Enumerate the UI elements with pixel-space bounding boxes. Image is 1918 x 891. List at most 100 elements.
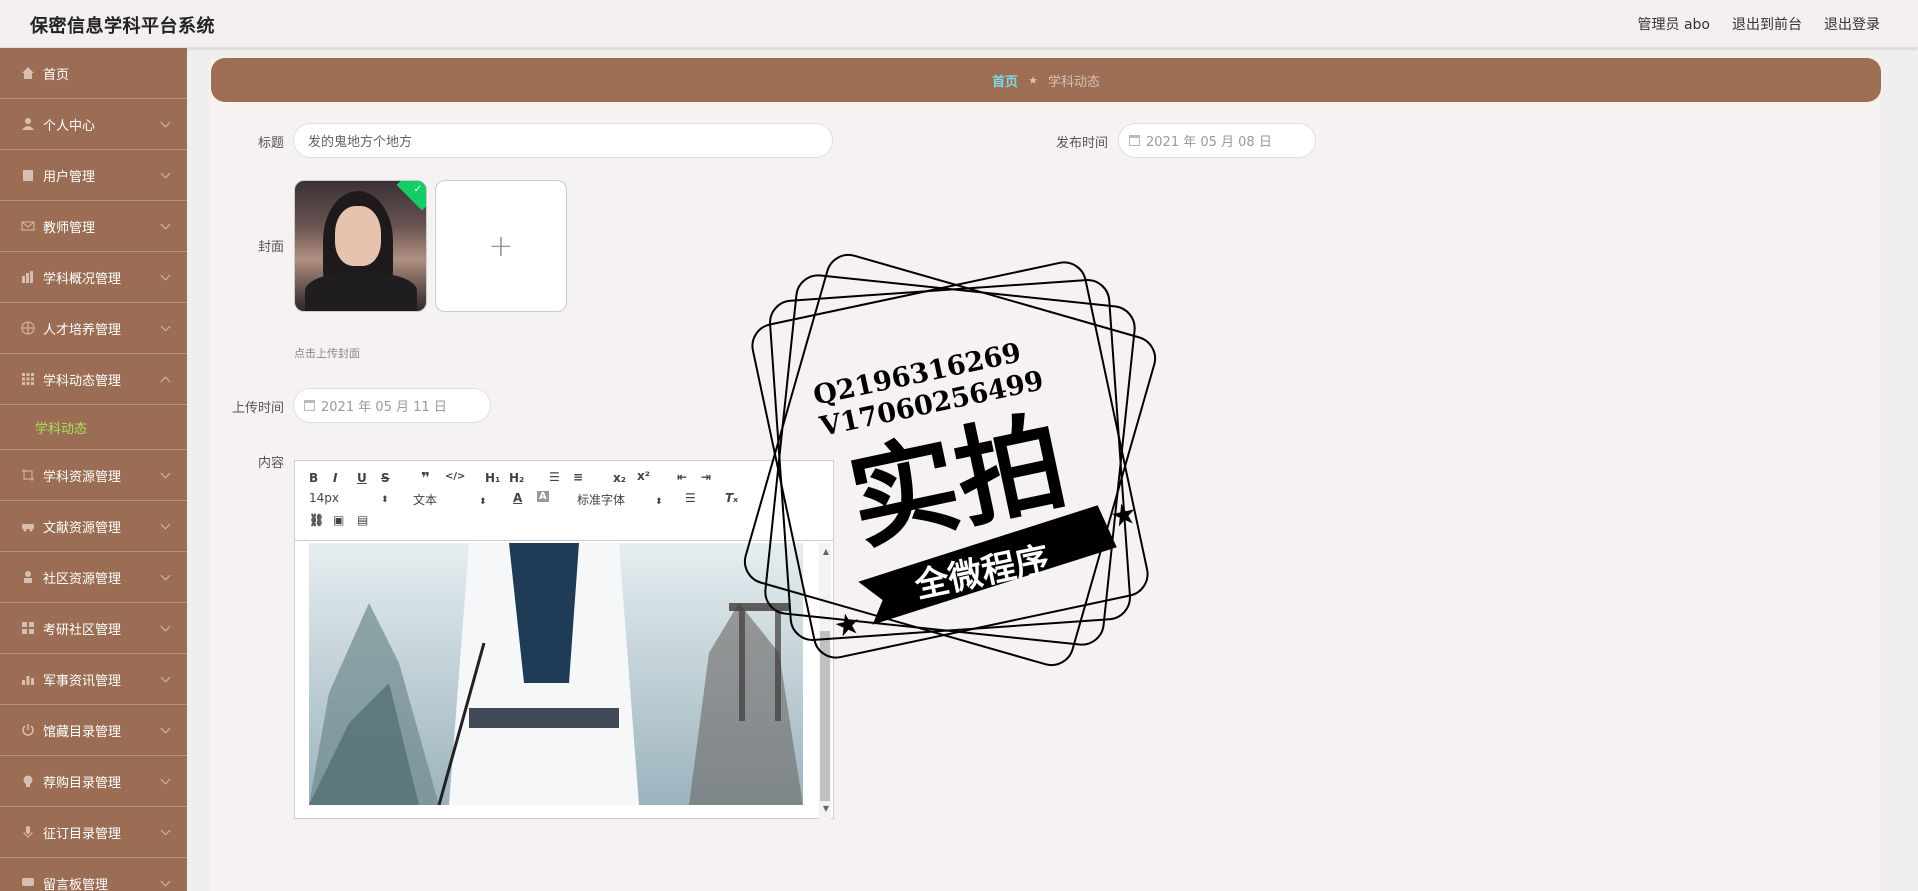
ordered-list-icon[interactable]: ☰ xyxy=(549,470,560,484)
logout-link[interactable]: 退出登录 xyxy=(1824,14,1880,34)
chevron-down-icon xyxy=(160,621,171,632)
calendar-icon xyxy=(1129,135,1140,146)
sidebar-item-label: 教师管理 xyxy=(43,220,96,236)
sidebar-item-teachers[interactable]: 教师管理 xyxy=(0,201,187,252)
mic-icon xyxy=(23,826,33,838)
bullet-list-icon[interactable]: ≡ xyxy=(573,470,583,484)
sidebar-item-label: 个人中心 xyxy=(43,118,96,134)
sidebar: 首页 个人中心 用户管理 教师管理 学科概况管理 人才培养管理 学科动态管理 学… xyxy=(0,48,187,891)
chat-icon xyxy=(22,878,34,886)
cover-face xyxy=(335,206,381,266)
breadcrumb-current: 学科动态 xyxy=(1047,74,1100,90)
apps-icon xyxy=(22,622,34,634)
sidebar-item-label: 文献资源管理 xyxy=(43,520,122,536)
embedded-image xyxy=(309,543,803,805)
home-icon xyxy=(22,67,34,79)
sidebar-item-home[interactable]: 首页 xyxy=(0,48,187,99)
breadcrumb-home[interactable]: 首页 xyxy=(992,71,1018,90)
sidebar-item-label: 荐购目录管理 xyxy=(43,775,122,791)
underline-icon[interactable]: U xyxy=(357,471,367,485)
bulb-icon xyxy=(23,775,33,787)
globe-icon xyxy=(21,321,35,335)
exit-front-link[interactable]: 退出到前台 xyxy=(1732,14,1802,34)
publish-time-label: 发布时间 xyxy=(1055,136,1108,151)
sidebar-item-military-news[interactable]: 军事资讯管理 xyxy=(0,654,187,705)
publish-time-picker[interactable]: 2021 年 05 月 08 日 xyxy=(1118,123,1316,158)
title-input[interactable]: 发的鬼地方个地方 xyxy=(293,123,833,158)
watermark-stamp: Q2196316269 V17060256499 实拍 全微程序 ★ ★ xyxy=(743,253,1157,667)
sidebar-item-literature[interactable]: 文献资源管理 xyxy=(0,501,187,552)
align-icon[interactable]: ☰ xyxy=(685,491,696,505)
sidebar-item-label: 征订目录管理 xyxy=(43,826,122,842)
sidebar-item-news-mgmt[interactable]: 学科动态管理 xyxy=(0,354,187,405)
link-icon[interactable]: ⛓ xyxy=(309,513,324,527)
superscript-icon[interactable]: x² xyxy=(637,469,650,483)
indent-icon[interactable]: ⇥ xyxy=(701,470,711,484)
subscript-icon[interactable]: x₂ xyxy=(613,471,626,485)
upload-cover-hint: 点击上传封面 xyxy=(294,347,360,360)
sidebar-item-community-resources[interactable]: 社区资源管理 xyxy=(0,552,187,603)
sidebar-item-label: 首页 xyxy=(43,67,70,83)
clipboard-icon xyxy=(23,170,33,181)
chevron-down-icon xyxy=(160,270,171,281)
sidebar-item-subscription-catalog[interactable]: 征订目录管理 xyxy=(0,807,187,858)
title-label: 标题 xyxy=(257,136,284,151)
chevron-down-icon xyxy=(160,117,171,128)
sidebar-item-personal[interactable]: 个人中心 xyxy=(0,99,187,150)
editor-content-image[interactable] xyxy=(309,543,803,805)
font-size-select[interactable]: 14px ⬍ xyxy=(309,491,389,505)
upload-cover-button[interactable]: + xyxy=(435,180,567,312)
chevron-down-icon xyxy=(160,672,171,683)
outdent-icon[interactable]: ⇤ xyxy=(677,470,687,484)
sidebar-item-label: 学科概况管理 xyxy=(43,271,122,287)
scroll-down-icon[interactable]: ▼ xyxy=(823,804,829,813)
sidebar-item-message-board[interactable]: 留言板管理 xyxy=(0,858,187,891)
content-label: 内容 xyxy=(257,456,284,471)
select-arrows-icon: ⬍ xyxy=(479,497,487,507)
block-type-value: 文本 xyxy=(413,493,438,507)
quote-icon[interactable]: ❞ xyxy=(421,469,430,487)
image-icon[interactable]: ▣ xyxy=(333,513,344,527)
sidebar-item-label: 社区资源管理 xyxy=(43,571,122,587)
chevron-down-icon xyxy=(160,876,171,887)
chevron-down-icon xyxy=(160,825,171,836)
background-color-icon[interactable]: A xyxy=(537,491,549,502)
cover-label: 封面 xyxy=(257,240,284,255)
power-icon xyxy=(22,724,34,736)
mail-icon xyxy=(21,221,35,231)
sidebar-item-users[interactable]: 用户管理 xyxy=(0,150,187,201)
calendar-icon xyxy=(304,400,315,411)
sidebar-item-talent[interactable]: 人才培养管理 xyxy=(0,303,187,354)
crop-icon xyxy=(22,469,34,481)
cover-image[interactable]: ✓ xyxy=(294,180,427,312)
upload-time-value: 2021 年 05 月 11 日 xyxy=(321,400,447,415)
sidebar-subitem-news[interactable]: 学科动态 xyxy=(0,405,187,450)
upload-time-picker[interactable]: 2021 年 05 月 11 日 xyxy=(293,388,491,423)
sidebar-item-resources[interactable]: 学科资源管理 xyxy=(0,450,187,501)
select-arrows-icon: ⬍ xyxy=(655,497,663,507)
bar-icon xyxy=(22,676,34,685)
chevron-down-icon xyxy=(160,168,171,179)
chevron-down-icon xyxy=(160,321,171,332)
bold-icon[interactable]: B xyxy=(309,471,318,485)
sidebar-item-collection-catalog[interactable]: 馆藏目录管理 xyxy=(0,705,187,756)
code-block-icon[interactable]: </> xyxy=(445,471,465,482)
sidebar-item-recommend-catalog[interactable]: 荐购目录管理 xyxy=(0,756,187,807)
sidebar-item-discipline-overview[interactable]: 学科概况管理 xyxy=(0,252,187,303)
strikethrough-icon[interactable]: S xyxy=(381,471,390,485)
heading2-icon[interactable]: H₂ xyxy=(509,471,524,485)
heading1-icon[interactable]: H₁ xyxy=(485,471,500,485)
block-type-select[interactable]: 文本 ⬍ xyxy=(413,491,487,508)
italic-icon[interactable]: I xyxy=(333,471,337,485)
clear-format-icon[interactable]: Tₓ xyxy=(725,491,738,505)
chevron-down-icon xyxy=(160,774,171,785)
person-icon xyxy=(24,571,32,583)
sidebar-item-label: 学科动态管理 xyxy=(43,373,122,389)
check-icon: ✓ xyxy=(413,184,422,195)
breadcrumb: 首页 ★ 学科动态 xyxy=(211,58,1881,102)
sidebar-item-grad-community[interactable]: 考研社区管理 xyxy=(0,603,187,654)
font-color-icon[interactable]: A xyxy=(513,491,522,505)
sidebar-item-label: 学科资源管理 xyxy=(43,469,122,485)
video-icon[interactable]: ▤ xyxy=(357,513,368,527)
font-family-select[interactable]: 标准字体 ⬍ xyxy=(577,491,663,508)
